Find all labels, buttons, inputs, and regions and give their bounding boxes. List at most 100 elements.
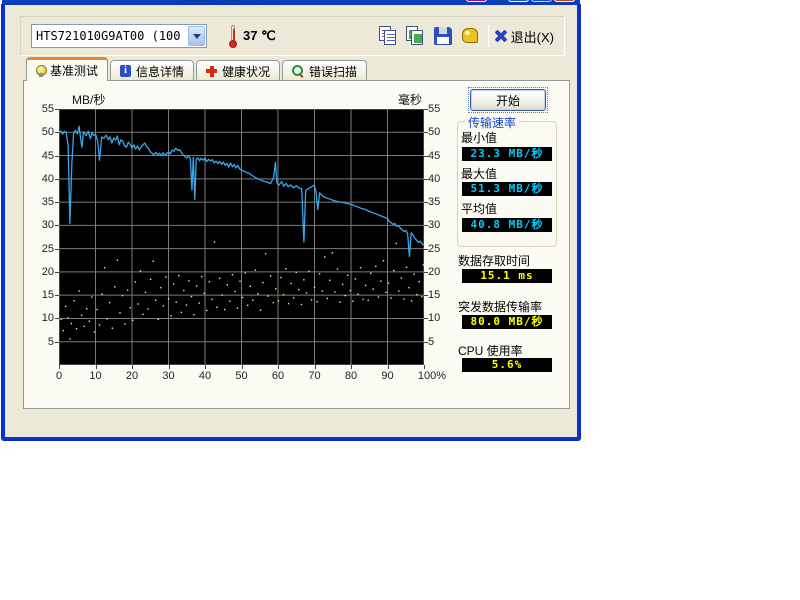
copy-text-button[interactable]: [378, 25, 400, 47]
max-value: 51.3 MB/秒: [462, 182, 552, 196]
y-tick-left: [55, 202, 59, 203]
x-tick: [169, 365, 170, 369]
benchmark-chart: [59, 109, 424, 365]
x-axis-label: 80: [345, 370, 357, 382]
y-axis-label-left: 55: [30, 102, 54, 116]
exit-icon: [495, 30, 507, 42]
toolbar-separator: [488, 25, 489, 47]
y-tick-left: [55, 132, 59, 133]
maximize-button[interactable]: [531, 0, 552, 2]
y-tick-left: [55, 342, 59, 343]
y-axis-label-right: 55: [428, 102, 452, 116]
y-tick-right: [424, 179, 428, 180]
y-axis-label-right: 5: [428, 335, 452, 349]
benchmark-tab-page: MB/秒 毫秒 55101015152020252530303535404045…: [23, 80, 570, 409]
y-tick-right: [424, 156, 428, 157]
info-icon: i: [120, 65, 131, 77]
exit-button[interactable]: 退出(X): [495, 27, 554, 46]
thermometer-icon: [229, 24, 238, 48]
y-tick-right: [424, 272, 428, 273]
y-tick-left: [55, 109, 59, 110]
chevron-down-icon: [193, 34, 201, 39]
y-axis-label-left: 5: [30, 335, 54, 349]
y-tick-left: [55, 272, 59, 273]
drive-select-value: HTS721010G9AT00 (100 GB): [32, 29, 188, 43]
min-label: 最小值: [461, 129, 497, 146]
avg-value: 40.8 MB/秒: [462, 218, 552, 232]
y-axis-label-right: 45: [428, 149, 452, 163]
access-time-label: 数据存取时间: [458, 252, 530, 269]
y-tick-left: [55, 318, 59, 319]
start-button[interactable]: 开始: [470, 89, 546, 111]
error-scan-icon: [292, 65, 304, 77]
window-title: HD Tune 2.52 - 硬盘实用工具: [28, 0, 464, 3]
cpu-usage-label: CPU 使用率: [458, 342, 523, 359]
tab-health[interactable]: 健康状况: [196, 60, 280, 81]
y-tick-right: [424, 225, 428, 226]
close-button[interactable]: [554, 0, 575, 2]
x-axis-label: 60: [272, 370, 284, 382]
x-tick: [315, 365, 316, 369]
x-axis-label: 30: [162, 370, 174, 382]
x-tick: [388, 365, 389, 369]
desktop: HD Tune 2.52 - 硬盘实用工具 HTS721010G9AT00 (1…: [0, 0, 800, 600]
tab-info[interactable]: i 信息详情: [110, 60, 194, 81]
y-axis-label-left: 25: [30, 242, 54, 256]
y-axis-label-left: 35: [30, 195, 54, 209]
x-axis-label: 20: [126, 370, 138, 382]
x-tick: [424, 365, 425, 369]
y-axis-label-right: 20: [428, 265, 452, 279]
y-axis-label-right: 15: [428, 288, 452, 302]
y-axis-label-left: 20: [30, 265, 54, 279]
benchmark-plot-svg: [59, 109, 424, 365]
y-tick-right: [424, 202, 428, 203]
drive-select-dropdown-button[interactable]: [188, 26, 205, 46]
benchmark-icon: [36, 65, 45, 76]
minimize-button[interactable]: [508, 0, 529, 2]
options-icon: [462, 28, 478, 43]
start-button-focus-rect: 开始: [468, 87, 548, 113]
x-axis-label: 90: [381, 370, 393, 382]
y-tick-right: [424, 295, 428, 296]
x-tick: [278, 365, 279, 369]
y-tick-left: [55, 156, 59, 157]
y-axis-label-left: 40: [30, 172, 54, 186]
y-tick-right: [424, 249, 428, 250]
y-axis-label-left: 15: [30, 288, 54, 302]
app-icon: [7, 0, 24, 1]
y-axis-label-right: 35: [428, 195, 452, 209]
save-button[interactable]: [432, 25, 454, 47]
y-tick-left: [55, 225, 59, 226]
x-tick: [59, 365, 60, 369]
x-tick: [96, 365, 97, 369]
copy-image-button[interactable]: [405, 25, 427, 47]
right-axis-title: 毫秒: [398, 91, 422, 108]
y-tick-left: [55, 295, 59, 296]
y-axis-label-left: 50: [30, 125, 54, 139]
toolbar: HTS721010G9AT00 (100 GB) 37 ℃: [20, 16, 565, 56]
y-axis-label-right: 50: [428, 125, 452, 139]
min-value: 23.3 MB/秒: [462, 147, 552, 161]
y-tick-left: [55, 179, 59, 180]
burst-rate-label: 突发数据传输率: [458, 298, 542, 315]
drive-select[interactable]: HTS721010G9AT00 (100 GB): [31, 24, 207, 48]
download-update-button[interactable]: [466, 0, 487, 2]
temperature-value: 37 ℃: [243, 28, 276, 44]
x-tick: [242, 365, 243, 369]
y-tick-right: [424, 342, 428, 343]
options-button[interactable]: [459, 25, 481, 47]
x-axis-label: 50: [235, 370, 247, 382]
titlebar[interactable]: HD Tune 2.52 - 硬盘实用工具: [2, 0, 580, 5]
tab-strip: 基准测试 i 信息详情 健康状况 错误扫描: [26, 58, 369, 81]
y-tick-right: [424, 109, 428, 110]
x-axis-label: 0: [56, 370, 62, 382]
access-time-value: 15.1 ms: [462, 269, 552, 283]
x-tick: [205, 365, 206, 369]
health-icon: [206, 66, 217, 77]
tab-benchmark[interactable]: 基准测试: [26, 57, 108, 81]
cpu-usage-value: 5.6%: [462, 358, 552, 372]
y-axis-label-left: 30: [30, 218, 54, 232]
tab-error-scan[interactable]: 错误扫描: [282, 60, 367, 81]
y-axis-label-left: 10: [30, 311, 54, 325]
y-axis-label-right: 25: [428, 242, 452, 256]
